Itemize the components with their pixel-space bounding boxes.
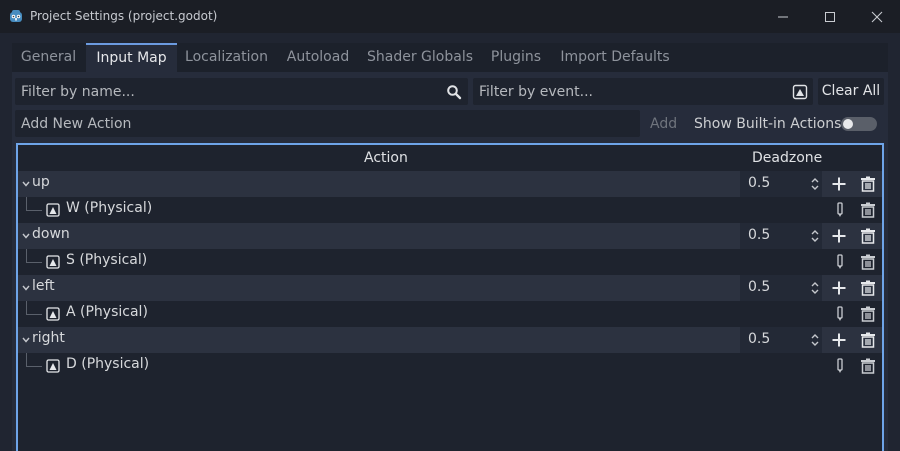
tree-guide-line bbox=[26, 249, 42, 263]
filter-by-event-field bbox=[473, 78, 813, 105]
remove-event-icon[interactable] bbox=[860, 306, 876, 322]
chevron-down-icon[interactable] bbox=[21, 335, 31, 345]
edit-event-icon[interactable] bbox=[835, 358, 845, 374]
event-label: W (Physical) bbox=[66, 200, 153, 216]
action-row[interactable]: down 0.5 bbox=[18, 223, 882, 249]
add-event-icon[interactable] bbox=[831, 332, 847, 348]
tab-plugins[interactable]: Plugins bbox=[480, 43, 552, 72]
column-header-action: Action bbox=[364, 150, 408, 166]
toggle-knob bbox=[843, 119, 853, 129]
remove-action-icon[interactable] bbox=[860, 332, 876, 348]
remove-event-icon[interactable] bbox=[860, 254, 876, 270]
close-icon bbox=[871, 11, 883, 22]
event-row[interactable]: A (Physical) bbox=[18, 301, 882, 327]
remove-event-icon[interactable] bbox=[860, 202, 876, 218]
event-label: S (Physical) bbox=[66, 252, 148, 268]
event-row[interactable]: S (Physical) bbox=[18, 249, 882, 275]
action-row[interactable]: up 0.5 bbox=[18, 171, 882, 197]
close-button[interactable] bbox=[854, 0, 900, 33]
tab-shader-globals[interactable]: Shader Globals bbox=[361, 43, 479, 72]
action-name: right bbox=[32, 330, 65, 346]
tab-autoload[interactable]: Autoload bbox=[276, 43, 360, 72]
window-title: Project Settings (project.godot) bbox=[30, 9, 218, 23]
tab-input-map[interactable]: Input Map bbox=[86, 43, 177, 72]
godot-logo-icon bbox=[10, 10, 22, 22]
tab-localization[interactable]: Localization bbox=[178, 43, 275, 72]
action-name: left bbox=[32, 278, 55, 294]
deadzone-value[interactable]: 0.5 bbox=[748, 331, 770, 347]
event-label: D (Physical) bbox=[66, 356, 150, 372]
tab-import-defaults[interactable]: Import Defaults bbox=[553, 43, 677, 72]
column-header-deadzone: Deadzone bbox=[752, 150, 823, 166]
add-new-action-field bbox=[15, 110, 640, 137]
tab-bar: General Input Map Localization Autoload … bbox=[12, 43, 888, 72]
action-row[interactable]: right 0.5 bbox=[18, 327, 882, 353]
chevron-down-icon[interactable] bbox=[21, 231, 31, 241]
spinner-arrows-icon[interactable] bbox=[810, 229, 820, 243]
maximize-button[interactable] bbox=[807, 0, 853, 33]
keyboard-listen-icon[interactable] bbox=[792, 84, 808, 100]
edit-event-icon[interactable] bbox=[835, 306, 845, 322]
chevron-down-icon[interactable] bbox=[21, 179, 31, 189]
filter-by-name-field bbox=[15, 78, 468, 105]
minimize-icon bbox=[778, 16, 788, 17]
edit-event-icon[interactable] bbox=[835, 254, 845, 270]
remove-action-icon[interactable] bbox=[860, 228, 876, 244]
remove-event-icon[interactable] bbox=[860, 358, 876, 374]
remove-action-icon[interactable] bbox=[860, 280, 876, 296]
keyboard-key-icon bbox=[46, 255, 60, 269]
show-builtin-actions-toggle[interactable] bbox=[841, 117, 877, 131]
chevron-down-icon[interactable] bbox=[21, 283, 31, 293]
keyboard-key-icon bbox=[46, 359, 60, 373]
minimize-button[interactable] bbox=[760, 0, 806, 33]
event-row[interactable]: D (Physical) bbox=[18, 353, 882, 379]
action-name: down bbox=[32, 226, 70, 242]
show-builtin-actions-label: Show Built-in Actions bbox=[694, 116, 842, 132]
filter-by-name-input[interactable] bbox=[15, 78, 468, 105]
deadzone-value[interactable]: 0.5 bbox=[748, 175, 770, 191]
event-label: A (Physical) bbox=[66, 304, 148, 320]
tree-guide-line bbox=[26, 353, 42, 367]
action-row[interactable]: left 0.5 bbox=[18, 275, 882, 301]
add-event-icon[interactable] bbox=[831, 176, 847, 192]
add-event-icon[interactable] bbox=[831, 228, 847, 244]
title-bar: Project Settings (project.godot) bbox=[0, 0, 900, 33]
remove-action-icon[interactable] bbox=[860, 176, 876, 192]
event-row[interactable]: W (Physical) bbox=[18, 197, 882, 223]
clear-all-button[interactable]: Clear All bbox=[818, 78, 884, 105]
search-icon bbox=[447, 85, 462, 100]
deadzone-value[interactable]: 0.5 bbox=[748, 279, 770, 295]
tab-general[interactable]: General bbox=[12, 43, 85, 72]
spinner-arrows-icon[interactable] bbox=[810, 281, 820, 295]
keyboard-key-icon bbox=[46, 307, 60, 321]
filter-by-event-input[interactable] bbox=[473, 78, 813, 105]
settings-panel: General Input Map Localization Autoload … bbox=[12, 43, 888, 451]
tree-guide-line bbox=[26, 197, 42, 211]
tree-header: Action Deadzone bbox=[18, 145, 882, 171]
maximize-icon bbox=[825, 11, 835, 22]
action-name: up bbox=[32, 174, 50, 190]
add-new-action-input[interactable] bbox=[15, 110, 640, 137]
action-tree: Action Deadzone up 0.5 W (Physical) down 0.5… bbox=[16, 143, 884, 451]
add-action-button[interactable]: Add bbox=[650, 116, 677, 132]
edit-event-icon[interactable] bbox=[835, 202, 845, 218]
keyboard-key-icon bbox=[46, 203, 60, 217]
tree-guide-line bbox=[26, 301, 42, 315]
spinner-arrows-icon[interactable] bbox=[810, 333, 820, 347]
add-event-icon[interactable] bbox=[831, 280, 847, 296]
spinner-arrows-icon[interactable] bbox=[810, 177, 820, 191]
deadzone-value[interactable]: 0.5 bbox=[748, 227, 770, 243]
